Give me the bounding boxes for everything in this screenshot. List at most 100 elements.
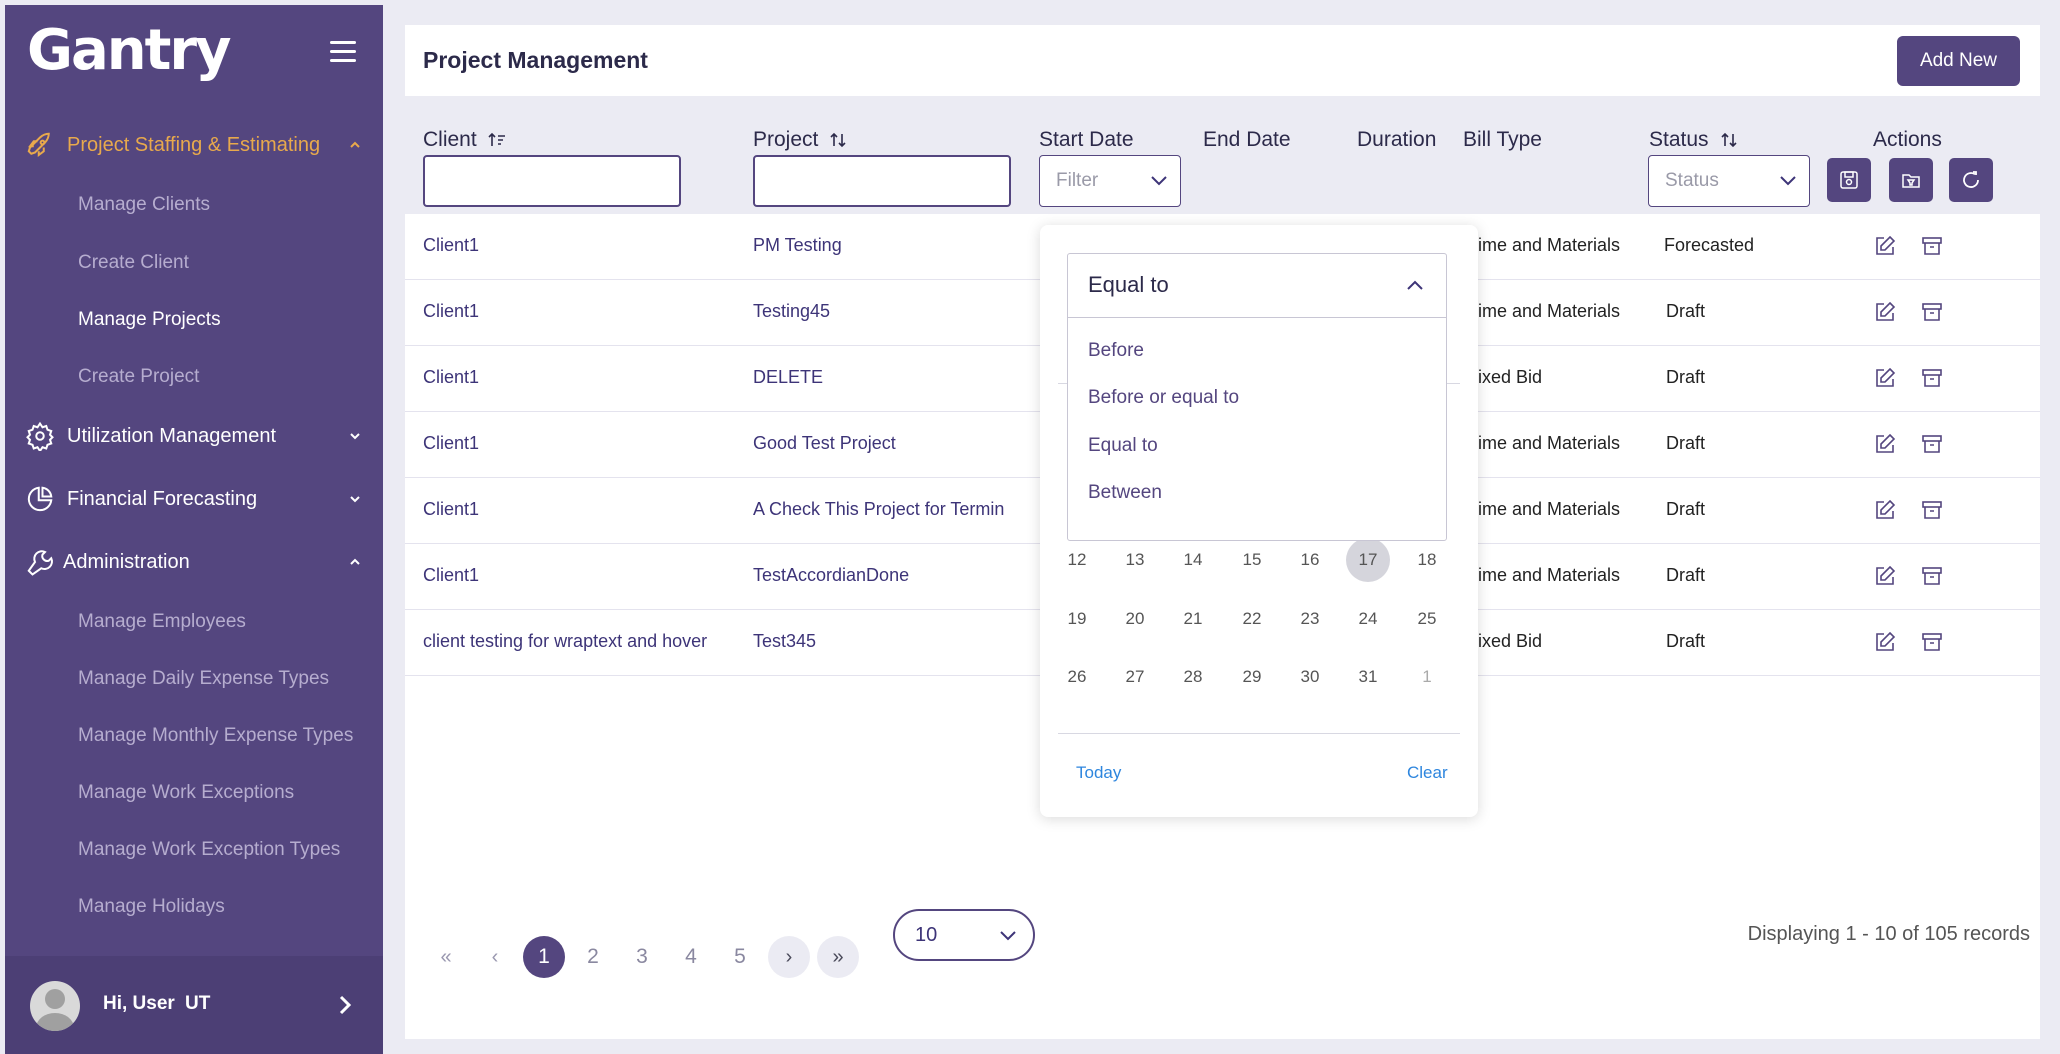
- calendar-day[interactable]: 13: [1113, 538, 1157, 582]
- client-filter-input[interactable]: [423, 155, 681, 207]
- calendar-day[interactable]: 31: [1346, 655, 1390, 699]
- date-filter-popup: 12 13 14 15 16 17 18 19 20 21 22 23 24 25 26 27 28 29 30 31…: [1040, 225, 1478, 817]
- previous-page-button[interactable]: ‹: [474, 936, 516, 978]
- cell-project[interactable]: PM Testing: [753, 235, 842, 256]
- cell-project[interactable]: TestAccordianDone: [753, 565, 909, 586]
- calendar-day[interactable]: 17: [1346, 538, 1390, 582]
- calendar-day[interactable]: 23: [1288, 597, 1332, 641]
- sort-icon[interactable]: [1719, 130, 1739, 150]
- last-page-button[interactable]: »: [817, 936, 859, 978]
- edit-icon[interactable]: [1873, 366, 1897, 390]
- sort-ascending-icon[interactable]: [487, 130, 507, 150]
- calendar-day[interactable]: 14: [1171, 538, 1215, 582]
- status-filter-select[interactable]: Status: [1648, 155, 1810, 207]
- calendar-day[interactable]: 18: [1405, 538, 1449, 582]
- calendar-day[interactable]: 24: [1346, 597, 1390, 641]
- load-filter-button[interactable]: [1889, 158, 1933, 202]
- calendar-day[interactable]: 22: [1230, 597, 1274, 641]
- calendar-day[interactable]: 27: [1113, 655, 1157, 699]
- user-profile-bar[interactable]: Hi, User UT: [5, 956, 383, 1054]
- column-header-client[interactable]: Client: [423, 128, 507, 152]
- column-header-status[interactable]: Status: [1649, 128, 1739, 152]
- calendar-day[interactable]: 29: [1230, 655, 1274, 699]
- cell-project[interactable]: Testing45: [753, 301, 830, 322]
- sidebar-item-manage-clients[interactable]: Manage Clients: [78, 194, 210, 216]
- sidebar: Gantry Project Staffing & Estimating Man…: [5, 5, 383, 1054]
- page-button-2[interactable]: 2: [572, 936, 614, 978]
- project-filter-input[interactable]: [753, 155, 1011, 207]
- archive-icon[interactable]: [1920, 432, 1944, 456]
- archive-icon[interactable]: [1920, 630, 1944, 654]
- clear-button[interactable]: Clear: [1407, 763, 1448, 783]
- column-header-bill-type[interactable]: Bill Type: [1463, 128, 1542, 152]
- nav-section-administration[interactable]: Administration: [5, 538, 383, 586]
- cell-project[interactable]: A Check This Project for Termin: [753, 499, 1004, 520]
- calendar-day[interactable]: 12: [1055, 538, 1099, 582]
- calendar-day[interactable]: 21: [1171, 597, 1215, 641]
- hamburger-menu-icon[interactable]: [330, 41, 356, 62]
- page-size-select[interactable]: 10: [893, 909, 1035, 961]
- column-label: Status: [1649, 128, 1709, 151]
- sidebar-item-create-client[interactable]: Create Client: [78, 252, 189, 274]
- sidebar-item-manage-holidays[interactable]: Manage Holidays: [78, 896, 225, 918]
- edit-icon[interactable]: [1873, 630, 1897, 654]
- archive-icon[interactable]: [1920, 366, 1944, 390]
- nav-section-utilization[interactable]: Utilization Management: [5, 412, 383, 460]
- cell-status: Draft: [1666, 367, 1706, 387]
- operator-option-between[interactable]: Between: [1088, 482, 1162, 504]
- sidebar-item-work-exceptions[interactable]: Manage Work Exceptions: [78, 782, 294, 804]
- edit-icon[interactable]: [1873, 564, 1897, 588]
- column-header-start-date[interactable]: Start Date: [1039, 128, 1134, 152]
- calendar-day[interactable]: 25: [1405, 597, 1449, 641]
- column-header-duration[interactable]: Duration: [1357, 128, 1436, 152]
- first-page-button[interactable]: «: [425, 936, 467, 978]
- cell-project[interactable]: Good Test Project: [753, 433, 896, 454]
- calendar-day[interactable]: 30: [1288, 655, 1332, 699]
- operator-option-equal[interactable]: Equal to: [1088, 435, 1158, 457]
- sidebar-item-monthly-expense-types[interactable]: Manage Monthly Expense Types: [78, 725, 353, 747]
- column-header-end-date[interactable]: End Date: [1203, 128, 1291, 152]
- cell-project[interactable]: Test345: [753, 631, 816, 652]
- operator-dropdown[interactable]: Equal to Before Before or equal to Equal…: [1067, 253, 1447, 541]
- calendar-day[interactable]: 15: [1230, 538, 1274, 582]
- sidebar-item-create-project[interactable]: Create Project: [78, 366, 199, 388]
- page-button-4[interactable]: 4: [670, 936, 712, 978]
- start-date-filter-select[interactable]: Filter: [1039, 155, 1181, 207]
- add-new-button[interactable]: Add New: [1897, 36, 2020, 86]
- calendar-day[interactable]: 16: [1288, 538, 1332, 582]
- edit-icon[interactable]: [1873, 432, 1897, 456]
- calendar-day[interactable]: 1: [1405, 655, 1449, 699]
- archive-icon[interactable]: [1920, 234, 1944, 258]
- page-button-1[interactable]: 1: [523, 936, 565, 978]
- reset-filter-button[interactable]: [1949, 158, 1993, 202]
- archive-icon[interactable]: [1920, 564, 1944, 588]
- operator-option-before-or-equal[interactable]: Before or equal to: [1088, 387, 1239, 409]
- archive-icon[interactable]: [1920, 300, 1944, 324]
- next-page-button[interactable]: ›: [768, 936, 810, 978]
- calendar-day[interactable]: 28: [1171, 655, 1215, 699]
- operator-option-before[interactable]: Before: [1088, 340, 1144, 362]
- edit-icon[interactable]: [1873, 234, 1897, 258]
- nav-section-financial[interactable]: Financial Forecasting: [5, 475, 383, 523]
- sidebar-item-manage-employees[interactable]: Manage Employees: [78, 611, 246, 633]
- page-button-3[interactable]: 3: [621, 936, 663, 978]
- operator-dropdown-header[interactable]: Equal to: [1068, 254, 1446, 318]
- sort-icon[interactable]: [828, 130, 848, 150]
- calendar-day[interactable]: 26: [1055, 655, 1099, 699]
- nav-section-project-staffing[interactable]: Project Staffing & Estimating: [5, 121, 383, 169]
- gantry-logo[interactable]: Gantry: [27, 19, 232, 83]
- calendar-day[interactable]: 20: [1113, 597, 1157, 641]
- edit-icon[interactable]: [1873, 300, 1897, 324]
- edit-icon[interactable]: [1873, 498, 1897, 522]
- chevron-right-icon[interactable]: [335, 994, 355, 1016]
- calendar-day[interactable]: 19: [1055, 597, 1099, 641]
- column-header-project[interactable]: Project: [753, 128, 848, 152]
- archive-icon[interactable]: [1920, 498, 1944, 522]
- sidebar-item-manage-projects[interactable]: Manage Projects: [78, 309, 221, 331]
- sidebar-item-work-exception-types[interactable]: Manage Work Exception Types: [78, 839, 340, 861]
- sidebar-item-daily-expense-types[interactable]: Manage Daily Expense Types: [78, 668, 329, 690]
- today-button[interactable]: Today: [1076, 763, 1121, 783]
- page-button-5[interactable]: 5: [719, 936, 761, 978]
- cell-project[interactable]: DELETE: [753, 367, 823, 388]
- save-filter-button[interactable]: [1827, 158, 1871, 202]
